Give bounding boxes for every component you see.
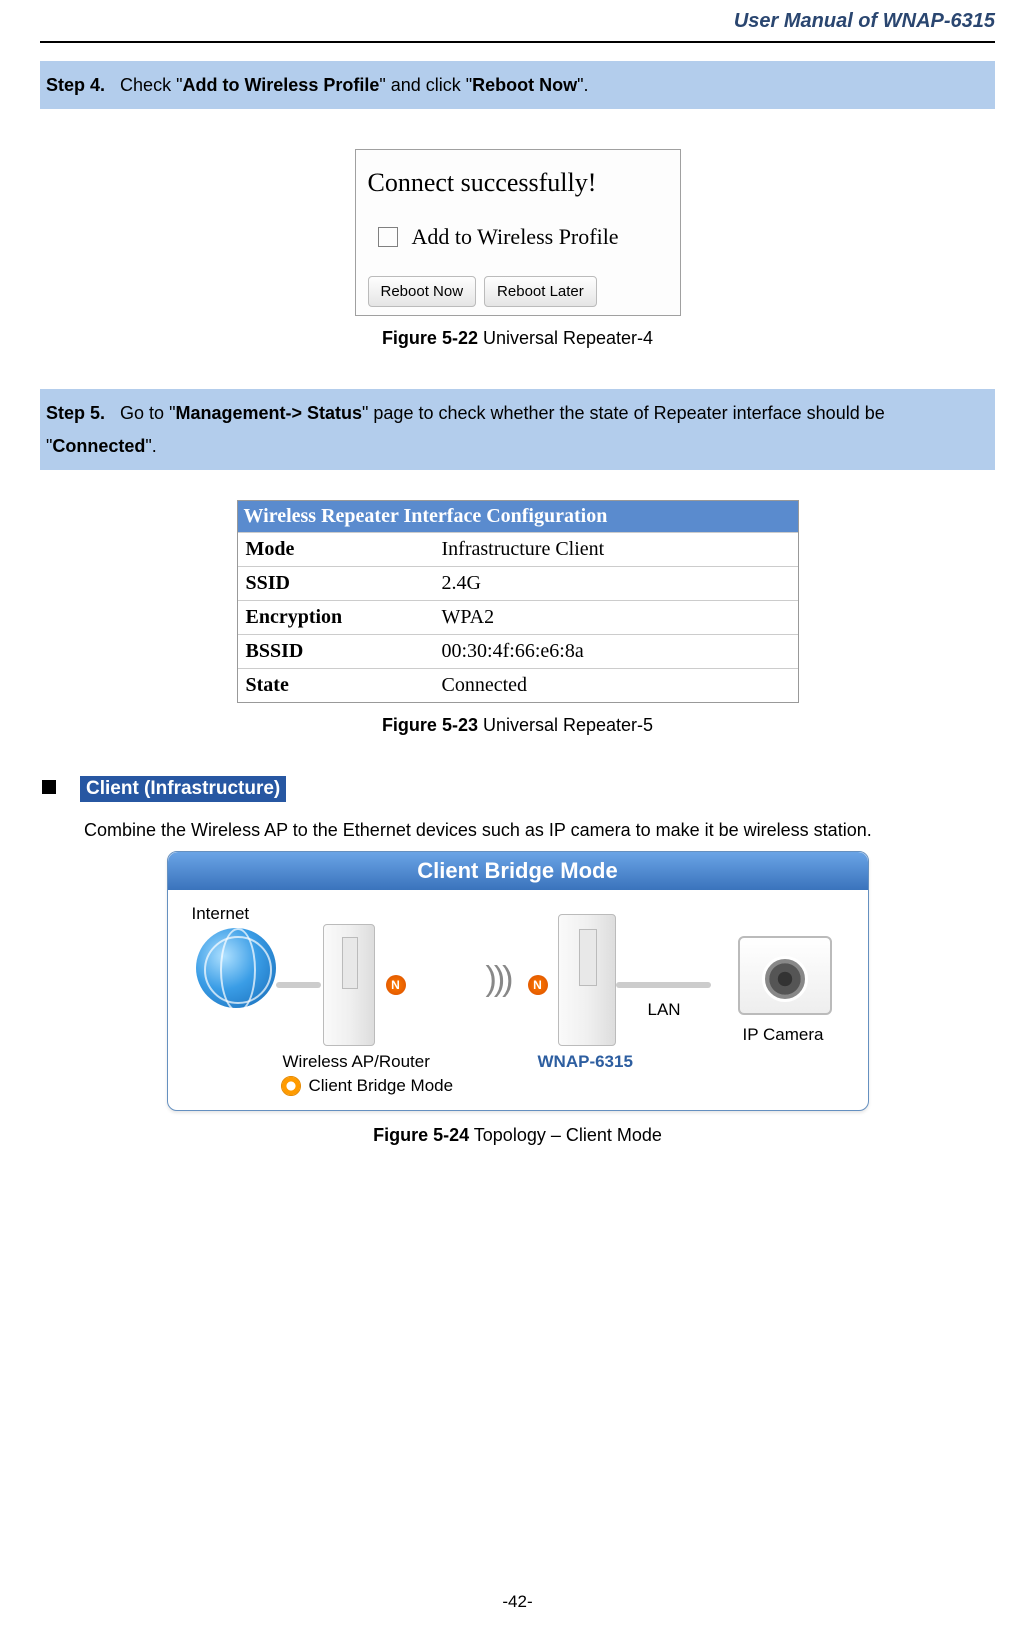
wireless-n-icon: N [528,975,548,995]
ip-camera-icon [738,936,832,1015]
page-number: -42- [0,1592,1035,1612]
caption2-rest: Universal Repeater-5 [478,715,653,735]
lan-label: LAN [648,1000,681,1020]
caption3-rest: Topology – Client Mode [469,1125,662,1145]
figure-5-22-caption: Figure 5-22 Universal Repeater-4 [40,328,995,349]
caption1-rest: Universal Repeater-4 [478,328,653,348]
globe-icon [196,928,276,1008]
ip-camera-label: IP Camera [743,1025,824,1045]
wnap-label: WNAP-6315 [538,1052,633,1072]
config-value-state: Connected [434,669,798,702]
internet-label: Internet [192,904,250,924]
step4-label: Step 4. [46,75,105,95]
topology-diagram: Client Bridge Mode Internet N ))) N LAN … [167,851,869,1111]
step4-text-prefix: Check " [120,75,182,95]
table-row: Mode Infrastructure Client [238,532,798,566]
step5-bold1: Management-> Status [175,403,362,423]
connect-dialog: Connect successfully! Add to Wireless Pr… [355,149,681,316]
bridge-mode-text: Client Bridge Mode [309,1076,454,1096]
reboot-now-button[interactable]: Reboot Now [368,276,477,307]
config-value-enc: WPA2 [434,601,798,634]
reboot-later-button[interactable]: Reboot Later [484,276,597,307]
cable-icon [276,982,321,988]
step5-text-suffix: ". [145,436,156,456]
step5-text-prefix: Go to " [120,403,175,423]
dialog-title: Connect successfully! [368,162,668,220]
header-title: User Manual of WNAP-6315 [40,0,995,33]
caption3-bold: Figure 5-24 [373,1125,469,1145]
caption1-bold: Figure 5-22 [382,328,478,348]
config-value-ssid: 2.4G [434,567,798,600]
step5-bar: Step 5. Go to "Management-> Status" page… [40,389,995,470]
step4-bold1: Add to Wireless Profile [182,75,379,95]
step4-bar: Step 4. Check "Add to Wireless Profile" … [40,61,995,109]
wireless-waves-icon: ))) [486,960,511,999]
table-row: BSSID 00:30:4f:66:e6:8a [238,634,798,668]
config-label-enc: Encryption [238,601,434,634]
step5-label: Step 5. [46,403,105,423]
camera-lens-icon [762,956,808,1002]
config-value-mode: Infrastructure Client [434,533,798,566]
section-body: Combine the Wireless AP to the Ethernet … [84,820,995,841]
cable-icon [616,982,711,988]
ap-device-icon [323,924,375,1046]
topology-title: Client Bridge Mode [168,852,868,890]
step4-bold2: Reboot Now [472,75,577,95]
config-label-state: State [238,669,434,702]
config-value-bssid: 00:30:4f:66:e6:8a [434,635,798,668]
table-row: SSID 2.4G [238,566,798,600]
bridge-mode-label: Client Bridge Mode [281,1076,454,1096]
config-table-header: Wireless Repeater Interface Configuratio… [238,501,798,532]
orange-ring-icon [281,1076,301,1096]
table-row: Encryption WPA2 [238,600,798,634]
config-table: Wireless Repeater Interface Configuratio… [237,500,799,703]
step4-text-suffix: ". [577,75,588,95]
step5-bold2: Connected [52,436,145,456]
bullet-icon [42,780,56,794]
step4-text-mid: " and click " [379,75,472,95]
section-title: Client (Infrastructure) [80,776,286,802]
config-label-ssid: SSID [238,567,434,600]
figure-5-23-caption: Figure 5-23 Universal Repeater-5 [40,715,995,736]
caption2-bold: Figure 5-23 [382,715,478,735]
topology-body: Internet N ))) N LAN IP Camera Wireless … [168,890,868,1110]
header-divider [40,41,995,43]
add-profile-checkbox[interactable] [378,227,398,247]
wnap-device-icon [558,914,616,1046]
wireless-n-icon: N [386,975,406,995]
add-profile-label: Add to Wireless Profile [412,224,619,250]
config-label-bssid: BSSID [238,635,434,668]
ap-label: Wireless AP/Router [283,1052,430,1072]
figure-5-24-caption: Figure 5-24 Topology – Client Mode [40,1125,995,1146]
table-row: State Connected [238,668,798,702]
config-label-mode: Mode [238,533,434,566]
